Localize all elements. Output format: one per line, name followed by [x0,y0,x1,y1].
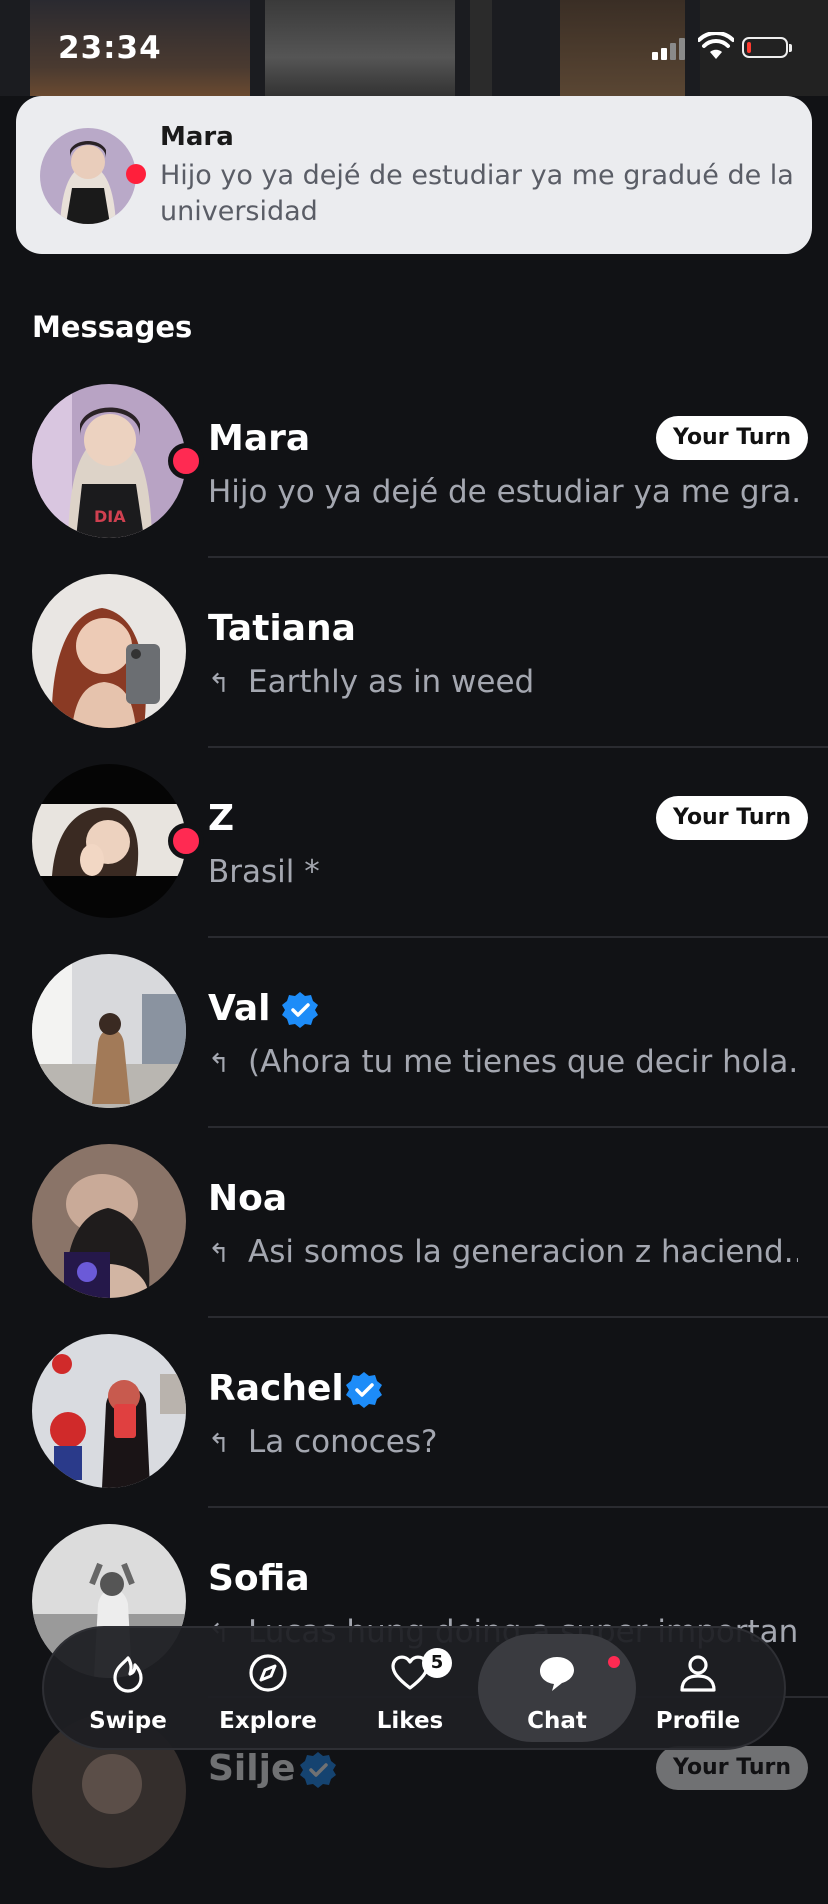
message-preview-text: Earthly as in weed [248,664,535,700]
status-time: 23:34 [58,30,162,66]
avatar [32,1334,186,1488]
message-preview: ↰ (Ahora tu me tienes que decir hola... [208,1044,798,1080]
conversation-row[interactable]: Val ↰ (Ahora tu me tienes que decir hola.… [0,954,828,1144]
avatar [32,764,186,918]
contact-name: Tatiana [208,608,356,649]
status-bar: 23:34 [0,0,828,96]
reply-arrow-icon: ↰ [208,1429,230,1459]
nav-explore[interactable]: Explore [198,1628,338,1748]
compass-icon [249,1654,287,1692]
row-divider [208,1316,828,1318]
bottom-nav-bar: Swipe Explore Likes 5 Chat Profile [42,1626,786,1750]
avatar: DIA [32,384,186,538]
verified-badge-icon [300,1752,336,1788]
message-preview: ↰ Earthly as in weed [208,664,798,700]
verified-badge-icon [282,992,318,1028]
contact-name: Noa [208,1178,288,1219]
battery-icon [742,37,792,58]
your-turn-badge: Your Turn [656,1746,808,1790]
notification-avatar [40,128,136,224]
nav-chat[interactable]: Chat [487,1628,627,1748]
nav-label: Swipe [89,1708,167,1734]
swipe-icon [113,1656,143,1693]
row-divider [208,746,828,748]
reply-arrow-icon: ↰ [208,669,230,699]
nav-label: Likes [376,1708,444,1734]
chat-unread-dot [608,1656,620,1668]
notification-sender: Mara [160,122,234,152]
chat-icon [540,1657,574,1691]
avatar [32,954,186,1108]
row-divider [208,936,828,938]
contact-name: Sofia [208,1558,310,1599]
row-divider [208,1126,828,1128]
person-icon [680,1655,716,1692]
contact-name: Mara [208,418,311,459]
row-divider [208,1506,828,1508]
reply-arrow-icon: ↰ [208,1049,230,1079]
nav-swipe[interactable]: Swipe [58,1628,198,1748]
conversation-row[interactable]: Z Your Turn Brasil * [0,764,828,954]
conversation-row[interactable]: DIA Mara Your Turn Hijo yo ya dejé de es… [0,384,828,574]
notification-unread-dot [126,164,146,184]
your-turn-badge: Your Turn [656,416,808,460]
contact-name: Silje [208,1748,296,1789]
message-preview: Brasil * [208,854,320,890]
message-preview: ↰ La conoces? [208,1424,798,1460]
nav-label: Explore [219,1708,317,1734]
avatar [32,1144,186,1298]
row-divider [208,556,828,558]
nav-likes[interactable]: Likes [340,1628,480,1748]
message-preview: Hijo yo ya dejé de estudiar ya me gra... [208,474,798,510]
messages-section-title: Messages [32,310,193,344]
wifi-icon [698,32,734,59]
nav-profile[interactable]: Profile [628,1628,768,1748]
nav-label: Chat [527,1708,587,1734]
unread-indicator [168,823,204,859]
conversation-row[interactable]: Noa ↰ Asi somos la generacion z haciend..… [0,1144,828,1334]
svg-text:DIA: DIA [94,507,126,526]
verified-badge-icon [346,1372,382,1408]
cellular-signal-icon [652,36,692,60]
contact-name: Val [208,988,271,1029]
message-preview-text: La conoces? [248,1424,438,1460]
message-preview-text: Asi somos la generacion z haciend... [248,1234,798,1270]
notification-text: Hijo yo ya dejé de estudiar ya me gradué… [160,160,794,227]
message-preview-text: (Ahora tu me tienes que decir hola... [248,1044,798,1080]
notification-banner[interactable]: Mara Hijo yo ya dejé de estudiar ya me g… [16,96,812,254]
nav-label: Profile [655,1708,741,1734]
likes-count-badge: 5 [422,1648,452,1678]
message-preview: ↰ Asi somos la generacion z haciend... [208,1234,798,1270]
unread-indicator [168,443,204,479]
reply-arrow-icon: ↰ [208,1239,230,1269]
conversation-row[interactable]: Rachel ↰ La conoces? [0,1334,828,1524]
contact-name: Rachel [208,1368,344,1409]
contact-name: Z [208,798,235,839]
conversation-row[interactable]: Tatiana ↰ Earthly as in weed [0,574,828,764]
avatar [32,574,186,728]
your-turn-badge: Your Turn [656,796,808,840]
